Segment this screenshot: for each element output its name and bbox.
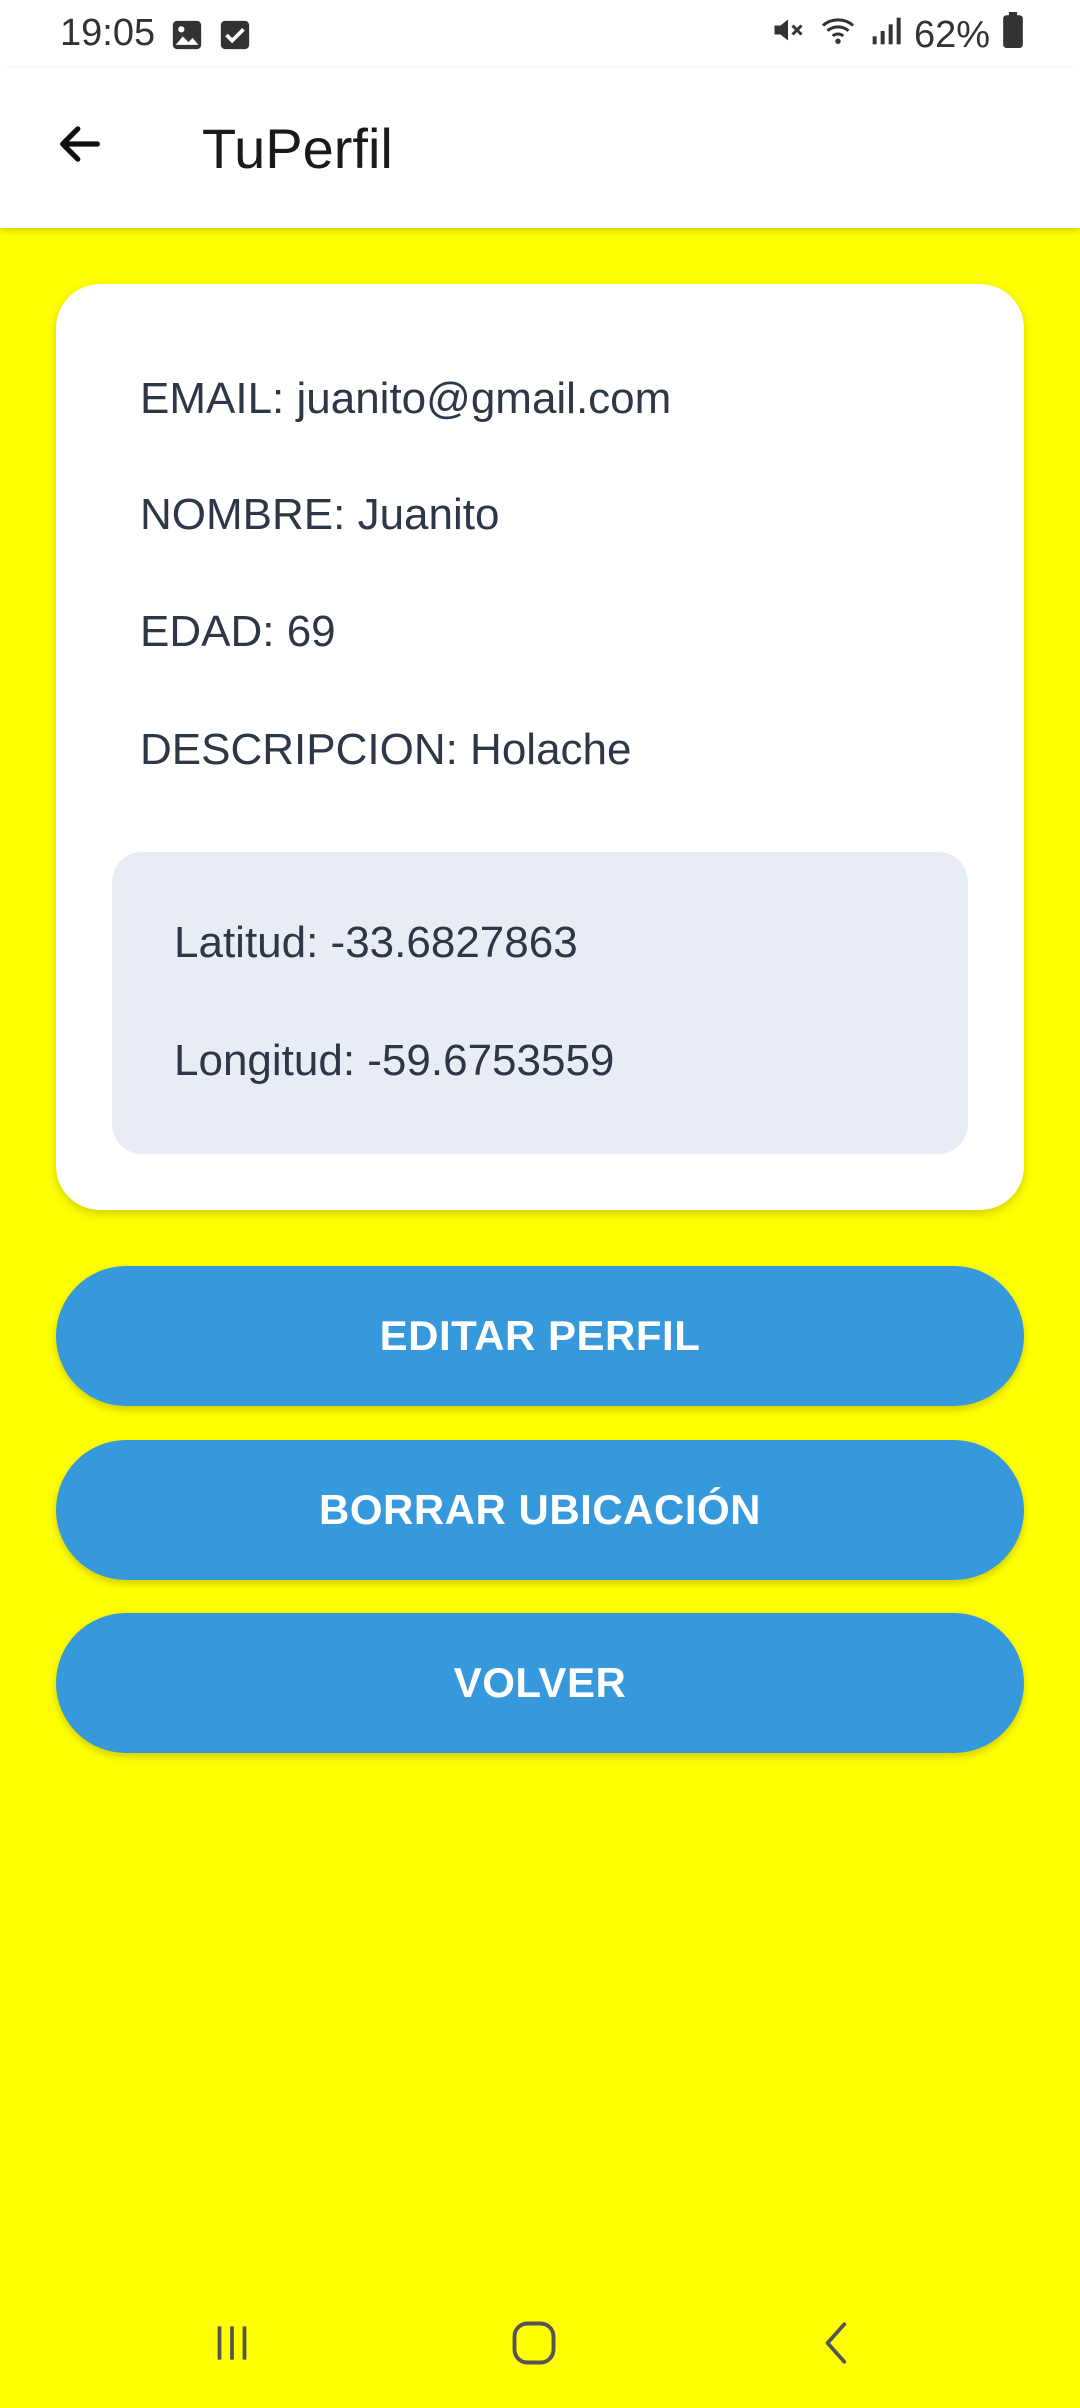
status-system-icons: 62%: [770, 12, 1024, 58]
location-box: Latitud: -33.6827863 Longitud: -59.67535…: [112, 852, 968, 1154]
checkbox-icon: [218, 18, 252, 57]
status-notification-icons: [170, 18, 252, 57]
wifi-icon: [818, 12, 858, 58]
back-arrow-button[interactable]: [40, 106, 120, 186]
mute-icon: [770, 12, 806, 58]
back-icon: [813, 2318, 863, 2373]
age-text: EDAD: 69: [140, 607, 336, 656]
status-time: 19:05: [60, 12, 156, 54]
battery-icon: [1002, 12, 1024, 58]
name-text: NOMBRE: Juanito: [140, 490, 500, 539]
email-text: EMAIL: juanito@gmail.com: [140, 374, 672, 423]
home-icon: [508, 2317, 560, 2374]
signal-icon: [870, 14, 902, 57]
recent-apps-button[interactable]: [192, 2310, 272, 2380]
latitude-text: Latitud: -33.6827863: [174, 918, 578, 967]
longitude-text: Longitud: -59.6753559: [174, 1036, 615, 1085]
description-text: DESCRIPCION: Holache: [140, 725, 632, 774]
image-icon: [170, 18, 204, 57]
battery-level: 62%: [913, 13, 990, 56]
profile-card: EMAIL: juanito@gmail.com NOMBRE: Juanito…: [56, 284, 1024, 1210]
home-button[interactable]: [494, 2310, 574, 2380]
nav-back-button[interactable]: [798, 2310, 878, 2380]
app-bar: TuPerfil: [0, 68, 1080, 228]
edit-profile-button[interactable]: EDITAR PERFIL: [56, 1266, 1024, 1406]
back-button[interactable]: VOLVER: [56, 1613, 1024, 1753]
delete-location-button[interactable]: BORRAR UBICACIÓN: [56, 1440, 1024, 1580]
system-nav-bar: [0, 2282, 1080, 2408]
page-title: TuPerfil: [202, 117, 393, 180]
status-bar: 19:05 62%: [0, 0, 1080, 68]
recent-apps-icon: [207, 2318, 257, 2373]
arrow-left-icon: [54, 118, 106, 175]
